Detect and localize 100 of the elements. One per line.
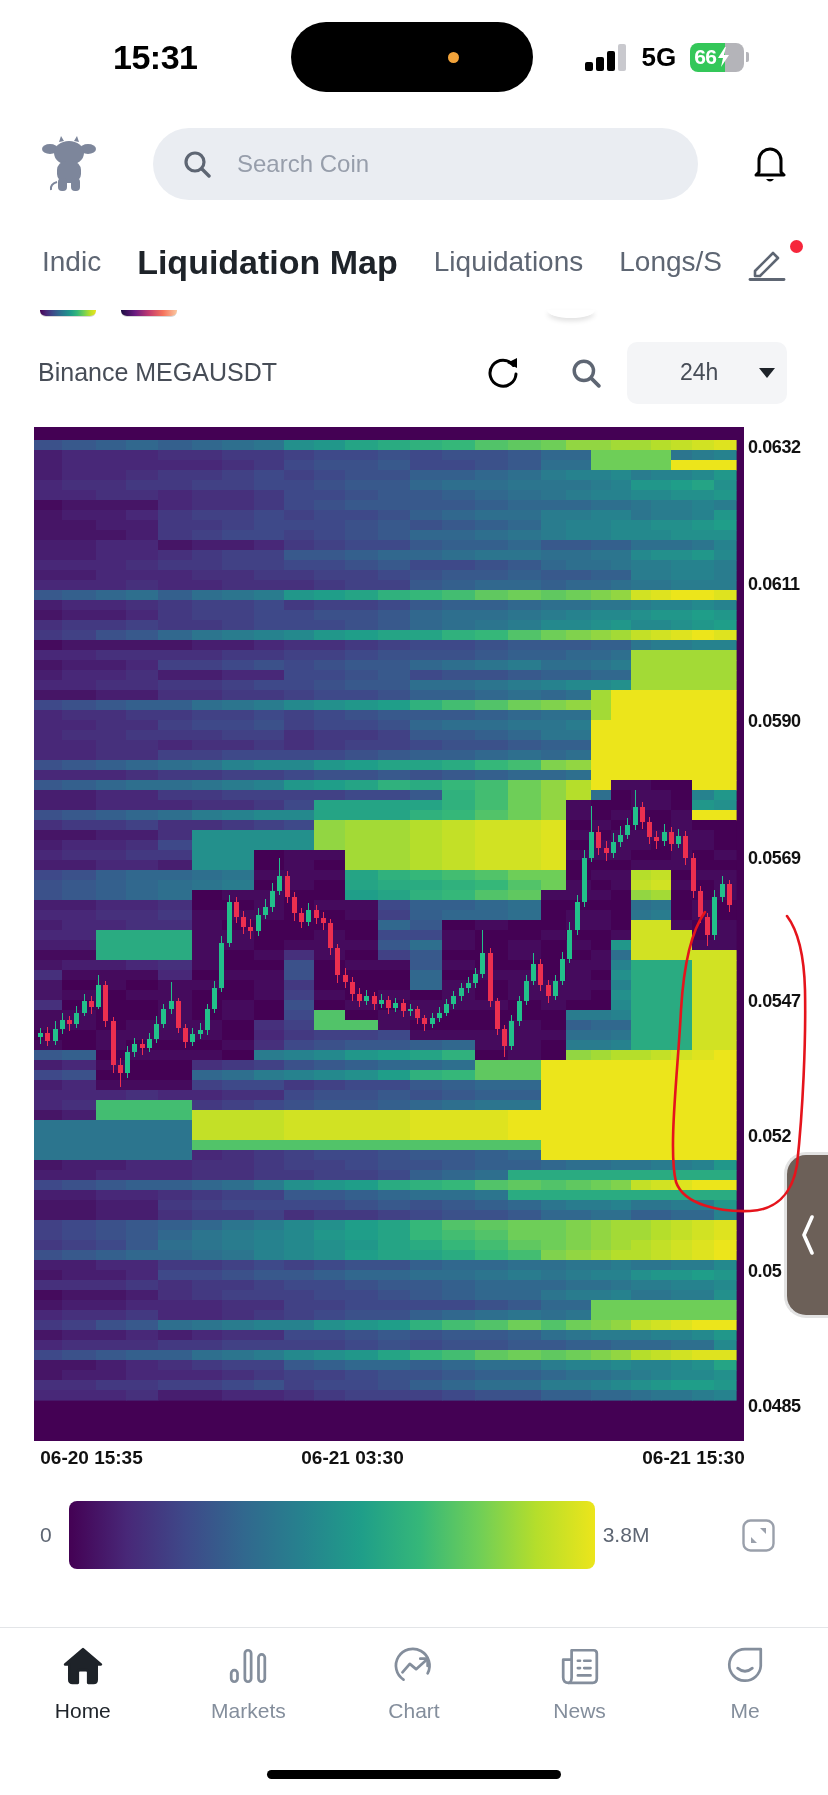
candlestick (256, 907, 261, 937)
candlestick (306, 902, 311, 927)
candlestick (241, 910, 246, 935)
search-field[interactable]: Search Coin (153, 128, 698, 200)
pair-name: Binance MEGAUSDT (38, 358, 277, 387)
nav-tab[interactable]: News (553, 1628, 606, 1723)
tab[interactable]: Longs/S (619, 245, 722, 279)
candlestick (633, 789, 638, 831)
candlestick (553, 974, 558, 1001)
candlestick (314, 904, 319, 925)
interval-dropdown[interactable]: 24h (627, 341, 787, 404)
nav-tab[interactable]: Chart (388, 1628, 440, 1723)
x-axis-label: 06-20 15:35 (40, 1446, 143, 1468)
candlestick (321, 911, 326, 931)
candlestick (683, 830, 688, 866)
candlestick (125, 1045, 130, 1079)
candlestick (263, 898, 268, 920)
candlestick (234, 896, 239, 924)
candlestick (611, 832, 616, 859)
candlestick (82, 993, 87, 1017)
candlestick (350, 976, 355, 1002)
nav-tab[interactable]: Me (724, 1628, 767, 1723)
candlestick (524, 974, 529, 1006)
y-axis-label: 0.0590 (748, 711, 801, 732)
candlestick (473, 967, 478, 989)
tab[interactable]: Indic (42, 245, 102, 279)
candlestick (618, 825, 623, 848)
network-type: 5G (641, 41, 677, 73)
indicator-dot-icon (448, 51, 460, 63)
color-scale-swatch[interactable] (40, 310, 96, 317)
candlestick (502, 1024, 507, 1058)
cow-mascot-logo[interactable] (42, 136, 96, 192)
candlestick (538, 958, 543, 992)
y-axis-label: 0.05 (748, 1261, 782, 1281)
candlestick (285, 870, 290, 904)
candlestick (118, 1057, 123, 1088)
candlestick (45, 1026, 50, 1047)
signal-icon (585, 43, 628, 71)
candlestick (169, 981, 174, 1015)
candlestick (560, 951, 565, 986)
candlestick (727, 879, 732, 912)
candlestick (96, 974, 101, 1010)
battery-percentage: 66 (694, 45, 717, 69)
candlestick (357, 987, 362, 1008)
expand-icon[interactable] (742, 1518, 775, 1552)
tab[interactable]: Liquidation Map (137, 241, 398, 283)
candlestick (531, 952, 536, 986)
candlestick (60, 1012, 65, 1035)
candlestick (517, 995, 522, 1027)
candlestick (147, 1032, 152, 1053)
candlestick (676, 828, 681, 849)
y-axis-label: 0.052 (748, 1126, 792, 1147)
candlestick (604, 840, 609, 862)
candlestick (647, 816, 652, 845)
candlestick (459, 982, 464, 1002)
y-axis-label: 0.0547 (748, 991, 801, 1012)
candlestick (161, 1003, 166, 1029)
y-axis-label: 0.0485 (748, 1395, 801, 1416)
y-axis-label: 0.0611 (748, 574, 800, 595)
x-axis-label: 06-21 15:30 (642, 1446, 745, 1468)
candlestick (625, 817, 630, 840)
candlestick (343, 967, 348, 989)
candlestick (546, 979, 551, 1004)
candlestick (299, 907, 304, 929)
candlestick (415, 1005, 420, 1025)
candlestick (74, 1005, 79, 1029)
toggle-knob[interactable] (547, 310, 595, 318)
candlestick (183, 1023, 188, 1049)
candlestick (205, 1003, 210, 1036)
scale-min-label: 0 (40, 1523, 52, 1547)
candlestick (386, 995, 391, 1015)
candlestick (640, 801, 645, 830)
candlestick (401, 998, 406, 1018)
candlestick (190, 1027, 195, 1047)
nav-tab[interactable]: Home (54, 1628, 111, 1723)
candlestick (212, 980, 217, 1014)
candlestick (662, 823, 667, 847)
candlestick (480, 929, 485, 979)
candlestick (669, 826, 674, 852)
search-icon[interactable] (571, 357, 601, 388)
candlestick (705, 912, 710, 947)
candlestick (596, 825, 601, 856)
scale-max-label: 3.8M (602, 1523, 650, 1547)
chevron-left-icon (801, 1215, 814, 1255)
status-time: 15:31 (113, 37, 198, 77)
candlestick (154, 1015, 159, 1044)
side-panel-handle[interactable] (784, 1152, 828, 1318)
candlestick (277, 857, 282, 896)
search-icon (183, 150, 211, 178)
home-icon (61, 1645, 104, 1687)
candlestick (270, 882, 275, 912)
tab[interactable]: Liquidations (433, 245, 584, 279)
caret-down-icon (759, 367, 775, 378)
candlestick (720, 875, 725, 903)
candlestick (132, 1037, 137, 1058)
nav-tab[interactable]: Markets (211, 1628, 286, 1723)
y-axis-label: 0.0632 (748, 437, 801, 458)
candlestick (292, 891, 297, 922)
color-scale-swatch[interactable] (121, 310, 177, 317)
y-axis-label: 0.0569 (748, 848, 801, 869)
